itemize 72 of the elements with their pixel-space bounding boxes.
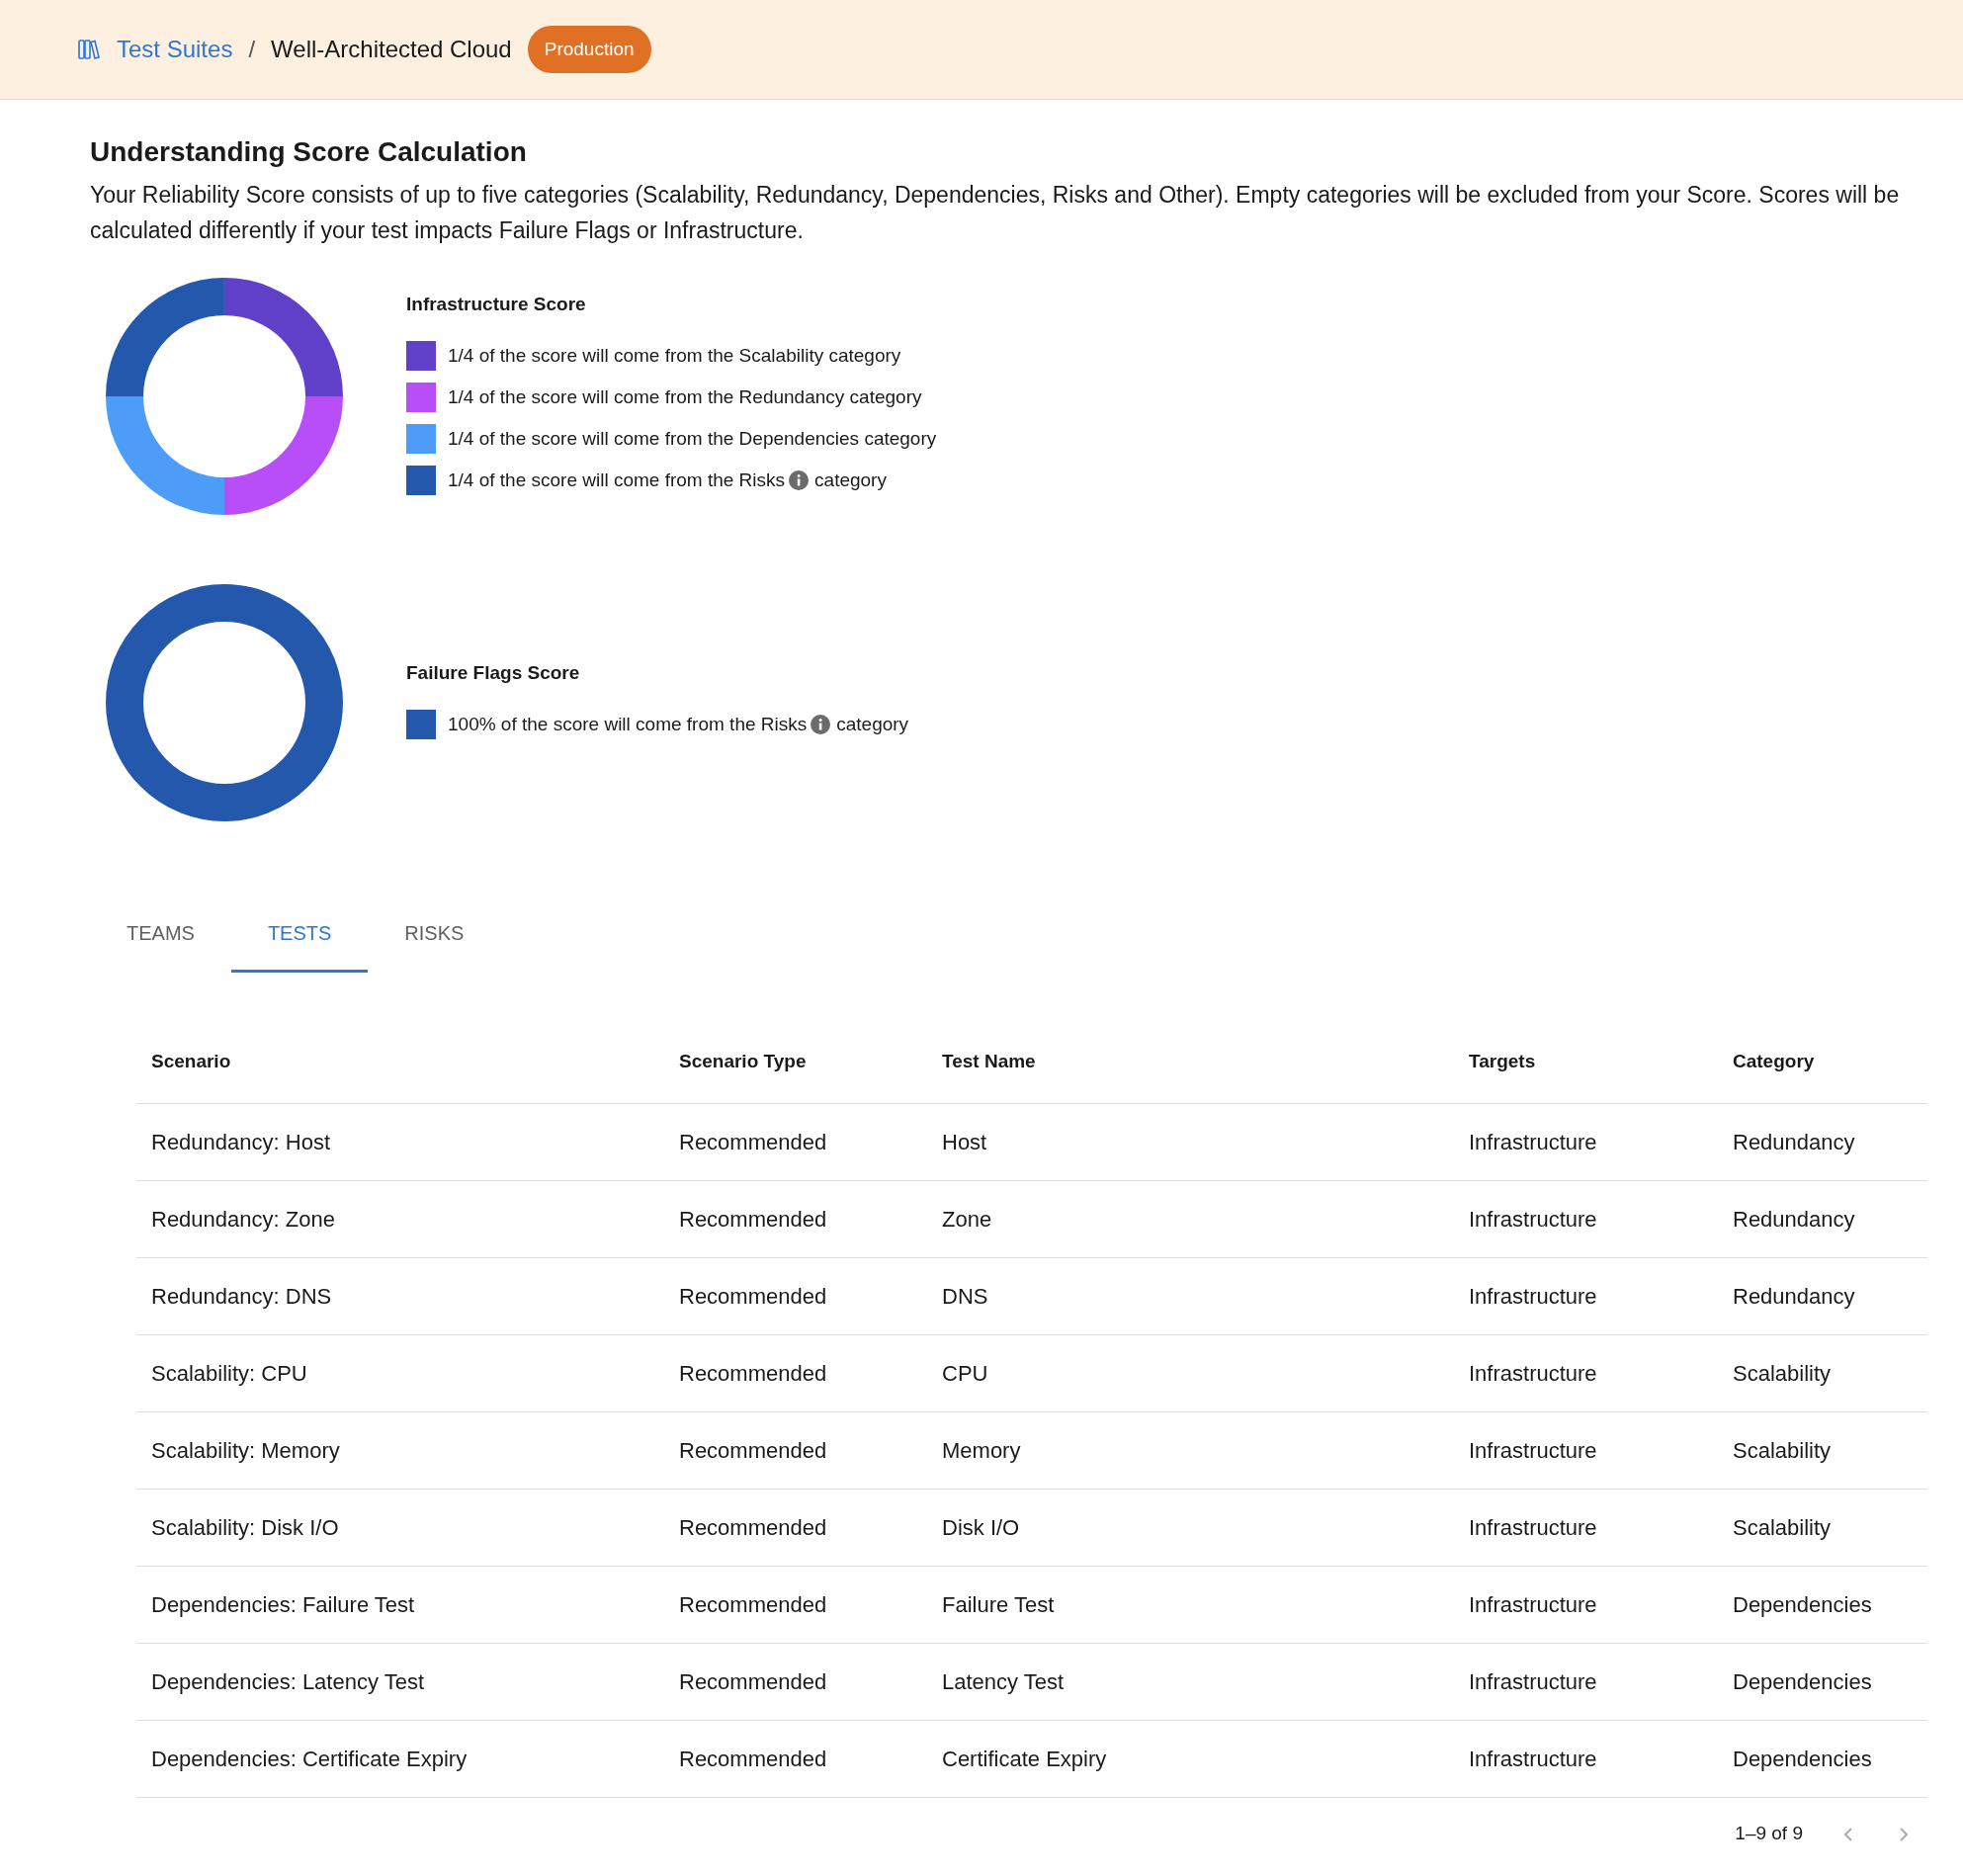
table-cell: Certificate Expiry xyxy=(927,1720,1454,1798)
table-cell: Dependencies: Failure Test xyxy=(136,1566,664,1644)
table-cell: Recommended xyxy=(664,1411,927,1490)
table-cell: Scalability: Disk I/O xyxy=(136,1489,664,1567)
table-cell: Disk I/O xyxy=(927,1489,1454,1567)
column-header: Targets xyxy=(1454,1047,1718,1104)
legend-label: 1/4 of the score will come from the Redundancy category xyxy=(448,384,922,409)
table-cell: Infrastructure xyxy=(1454,1643,1718,1721)
column-header: Category xyxy=(1718,1047,1927,1104)
info-icon[interactable] xyxy=(811,714,831,734)
table-cell: Failure Test xyxy=(927,1566,1454,1644)
table-cell: Host xyxy=(927,1103,1454,1181)
table-cell: Latency Test xyxy=(927,1643,1454,1721)
table-cell: Infrastructure xyxy=(1454,1334,1718,1412)
table-cell: Scalability xyxy=(1718,1334,1927,1412)
column-header: Test Name xyxy=(927,1047,1454,1104)
table-cell: Recommended xyxy=(664,1180,927,1258)
column-header: Scenario xyxy=(136,1047,664,1104)
table-cell: Scalability: Memory xyxy=(136,1411,664,1490)
table-cell: Dependencies xyxy=(1718,1643,1927,1721)
info-icon[interactable] xyxy=(789,469,810,490)
tab[interactable]: TEAMS xyxy=(90,917,231,973)
table-cell: Infrastructure xyxy=(1454,1103,1718,1181)
table-cell: Infrastructure xyxy=(1454,1720,1718,1798)
table-cell: Redundancy xyxy=(1718,1180,1927,1258)
breadcrumb-current: Well-Architected Cloud xyxy=(271,35,512,64)
column-header: Scenario Type xyxy=(664,1047,927,1104)
table-cell: Redundancy: Zone xyxy=(136,1180,664,1258)
table-cell: CPU xyxy=(927,1334,1454,1412)
legend-label: 1/4 of the score will come from the Risks xyxy=(448,468,786,492)
table-cell: Infrastructure xyxy=(1454,1489,1718,1567)
breadcrumb-link[interactable]: Test Suites xyxy=(117,32,233,67)
table-cell: Infrastructure xyxy=(1454,1566,1718,1644)
table-cell: Redundancy: Host xyxy=(136,1103,664,1181)
table-cell: Redundancy: DNS xyxy=(136,1257,664,1335)
table-cell: Infrastructure xyxy=(1454,1180,1718,1258)
table-cell: Recommended xyxy=(664,1643,927,1721)
legend-label: 1/4 of the score will come from the Scalability category xyxy=(448,343,901,368)
table-cell: Recommended xyxy=(664,1257,927,1335)
table-cell: Recommended xyxy=(664,1334,927,1412)
table-cell: Redundancy xyxy=(1718,1257,1927,1335)
table-cell: Recommended xyxy=(664,1489,927,1567)
table-cell: Infrastructure xyxy=(1454,1257,1718,1335)
legend-label: category xyxy=(814,468,887,492)
table-cell: Scalability xyxy=(1718,1411,1927,1490)
table-cell: Scalability xyxy=(1718,1489,1927,1567)
table-cell: Zone xyxy=(927,1180,1454,1258)
tab[interactable]: TESTS xyxy=(230,917,369,973)
table-cell: Memory xyxy=(927,1411,1454,1490)
table-cell: DNS xyxy=(927,1257,1454,1335)
table-cell: Dependencies xyxy=(1718,1566,1927,1644)
table-cell: Scalability: CPU xyxy=(136,1334,664,1412)
legend-title: Failure Flags Score xyxy=(406,661,581,686)
table-cell: Dependencies: Latency Test xyxy=(136,1643,664,1721)
table-cell: Recommended xyxy=(664,1566,927,1644)
table-cell: Recommended xyxy=(664,1103,927,1181)
table-cell: Recommended xyxy=(664,1720,927,1798)
legend-title: Infrastructure Score xyxy=(406,293,587,317)
description-text: Your Reliability Score consists of up to five categories (Scalability, Redundancy, Dependencies, Risks and Other). Empty categories will be excluded from your Score. Scores will be calculated differently if your test impacts Failure Flags or Infrastructure. xyxy=(90,180,1901,245)
legend-label: category xyxy=(836,712,909,736)
table-cell: Redundancy xyxy=(1718,1103,1927,1181)
legend-label: 1/4 of the score will come from the Dependencies category xyxy=(448,426,937,451)
section-title: Understanding Score Calculation xyxy=(90,135,528,169)
tab[interactable]: RISKS xyxy=(368,917,501,973)
pagination-range: 1–9 of 9 xyxy=(1735,1822,1803,1846)
books-icon xyxy=(77,38,101,61)
table-cell: Infrastructure xyxy=(1454,1411,1718,1490)
table-cell: Dependencies: Certificate Expiry xyxy=(136,1720,664,1798)
breadcrumb-separator: / xyxy=(248,35,256,64)
environment-badge: Production xyxy=(527,25,651,74)
table-cell: Dependencies xyxy=(1718,1720,1927,1798)
legend-label: 100% of the score will come from the Risks xyxy=(448,712,808,736)
